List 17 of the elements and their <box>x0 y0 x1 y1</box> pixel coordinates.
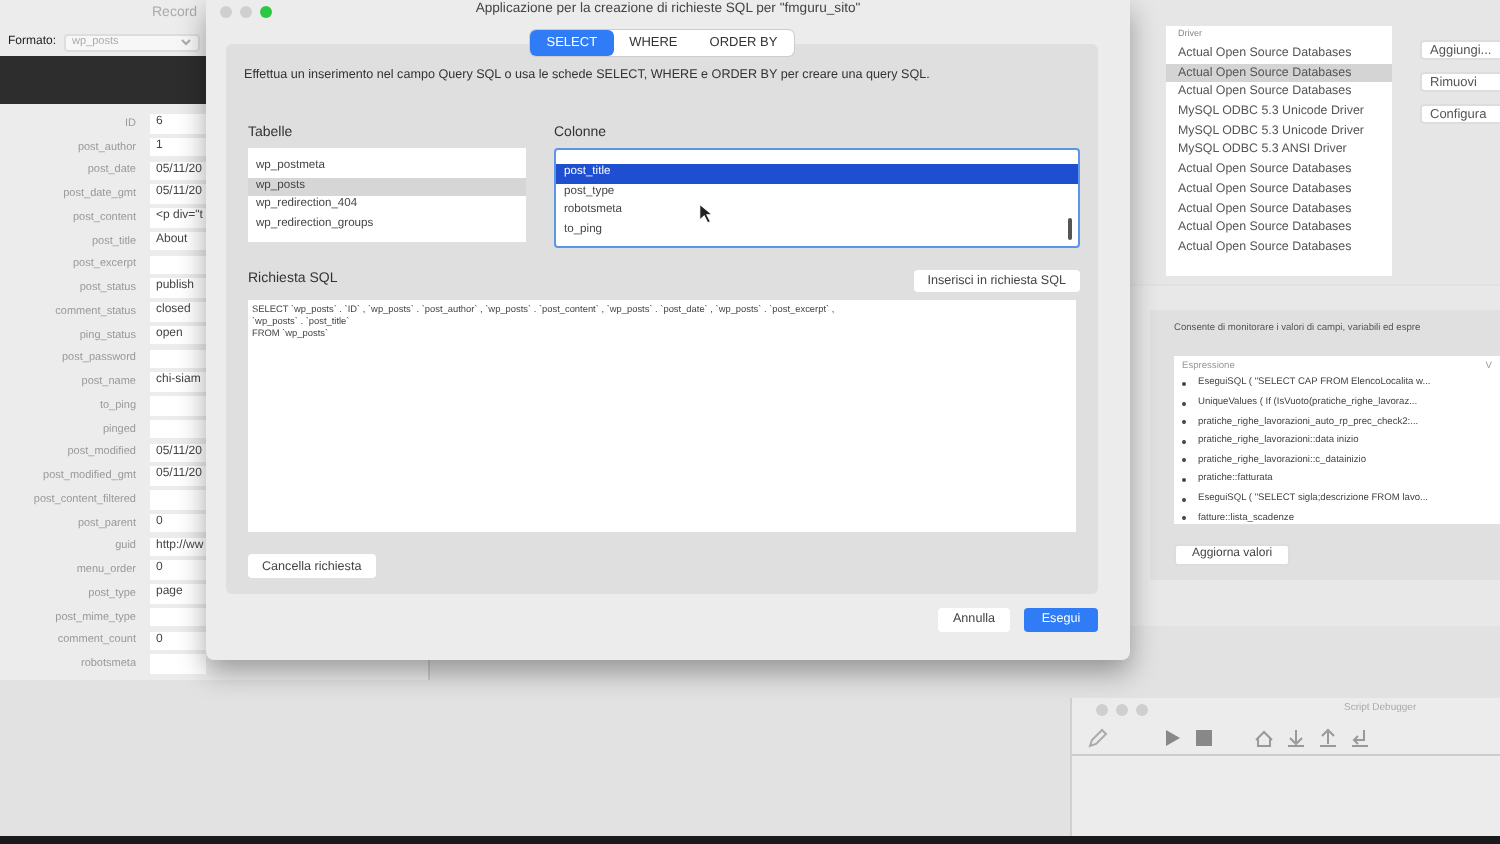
caret-icon <box>180 36 193 48</box>
field-input[interactable] <box>150 490 206 510</box>
download-icon[interactable] <box>1284 725 1308 749</box>
field-input[interactable] <box>150 396 206 416</box>
scrollbar-thumb[interactable] <box>1068 217 1072 240</box>
upload-icon[interactable] <box>1316 725 1340 749</box>
field-input[interactable] <box>150 607 206 627</box>
pencil-icon[interactable] <box>1084 725 1108 749</box>
pointer-icon <box>698 201 714 226</box>
step-out-icon[interactable] <box>1348 725 1372 749</box>
field-input[interactable] <box>150 255 206 275</box>
field-input[interactable] <box>150 349 206 369</box>
play-icon[interactable] <box>1160 725 1184 749</box>
stop-icon[interactable] <box>1192 725 1216 749</box>
home-icon[interactable] <box>1252 725 1276 749</box>
field-input[interactable] <box>150 419 206 439</box>
field-input[interactable] <box>150 654 206 674</box>
